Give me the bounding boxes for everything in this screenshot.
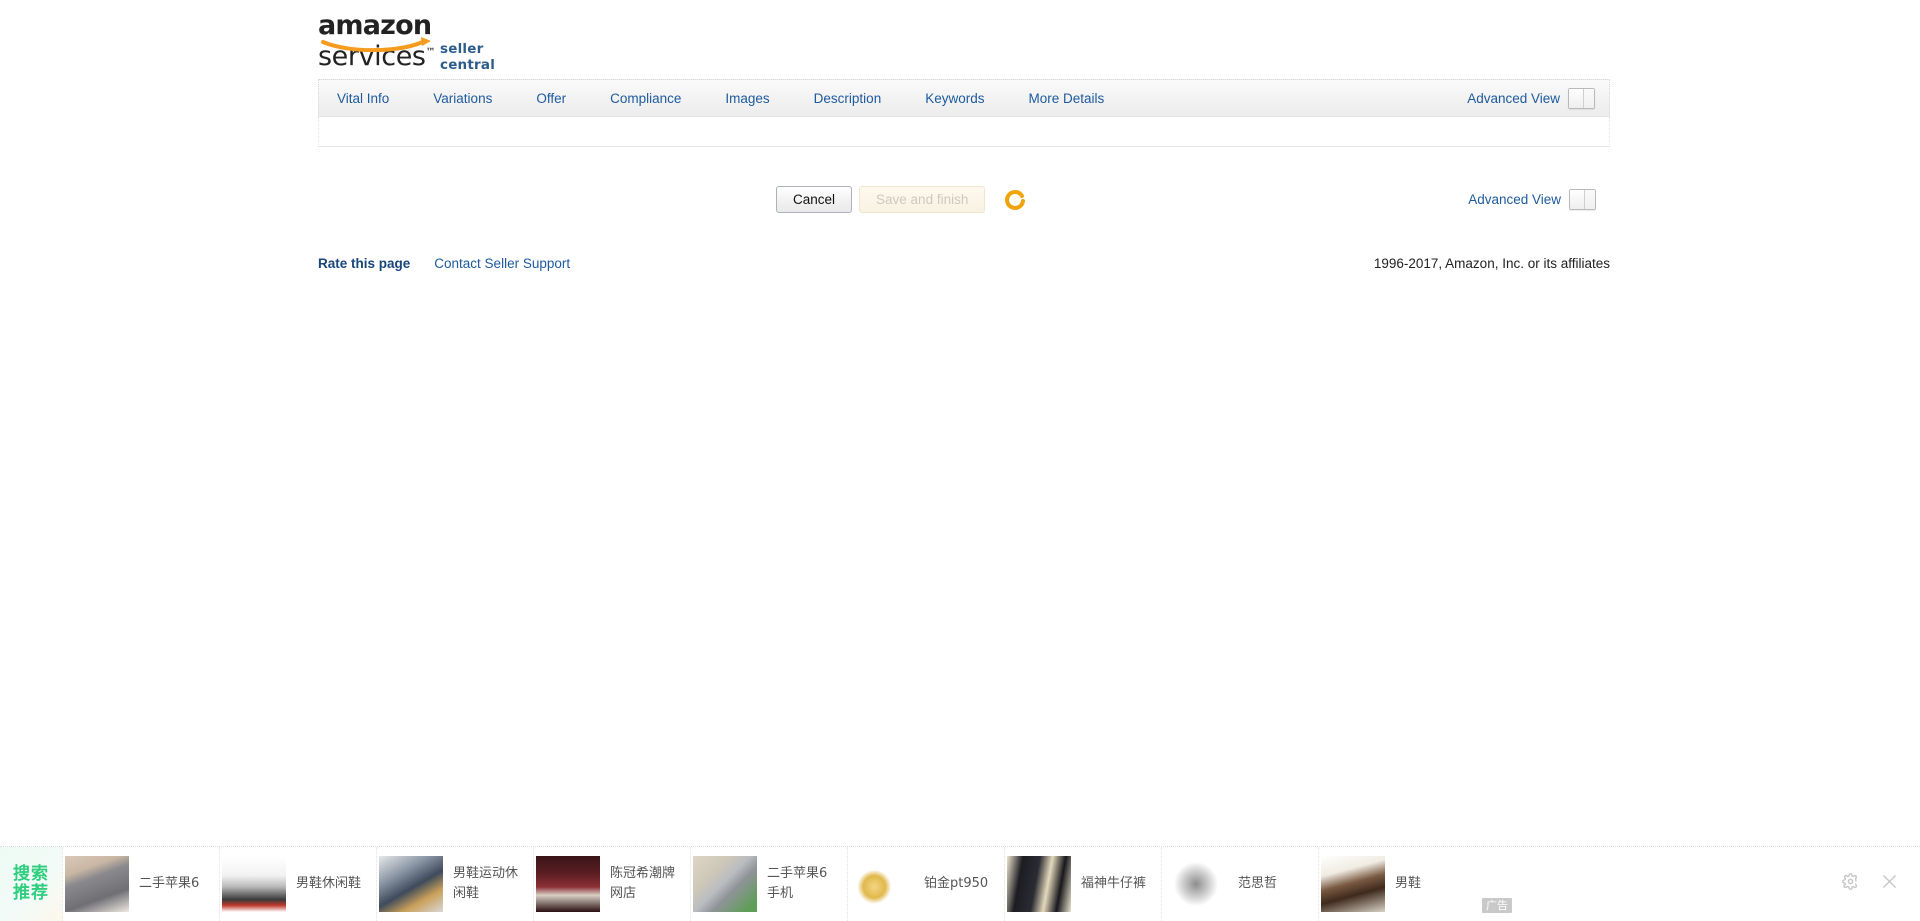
toggle-track bbox=[1585, 190, 1595, 209]
advanced-view-label-bottom[interactable]: Advanced View bbox=[1468, 192, 1561, 207]
brand-line-2: 推荐 bbox=[13, 883, 49, 903]
tab-images[interactable]: Images bbox=[703, 80, 791, 118]
ad-item[interactable]: 福神牛仔裤 bbox=[1004, 847, 1161, 921]
tab-description[interactable]: Description bbox=[792, 80, 904, 118]
ad-item-label: 范思哲 bbox=[1238, 876, 1278, 891]
adbar-tools bbox=[1820, 847, 1920, 921]
tab-keywords[interactable]: Keywords bbox=[903, 80, 1006, 118]
amazon-swoosh-icon bbox=[321, 36, 443, 52]
tab-more-details[interactable]: More Details bbox=[1006, 80, 1126, 118]
advanced-view-label[interactable]: Advanced View bbox=[1467, 91, 1560, 106]
tab-compliance[interactable]: Compliance bbox=[588, 80, 703, 118]
ad-thumbnail bbox=[65, 856, 129, 912]
tab-offer[interactable]: Offer bbox=[514, 80, 588, 118]
ad-item[interactable]: 男鞋休闲鞋 bbox=[219, 847, 376, 921]
ad-thumbnail bbox=[693, 856, 757, 912]
ad-item-label: 福神牛仔裤 bbox=[1081, 876, 1147, 891]
loading-spinner-icon bbox=[1004, 189, 1026, 211]
amazon-services-logo[interactable]: amazon services™ seller central bbox=[318, 12, 518, 73]
ad-thumbnail bbox=[222, 856, 286, 912]
contact-seller-support-link[interactable]: Contact Seller Support bbox=[434, 256, 570, 271]
ad-item-label: 男鞋休闲鞋 bbox=[296, 876, 362, 891]
ad-thumbnail bbox=[536, 856, 600, 912]
save-and-finish-button: Save and finish bbox=[859, 186, 986, 213]
ad-item-label: 男鞋运动休闲鞋 bbox=[453, 866, 519, 901]
close-icon[interactable] bbox=[1881, 873, 1898, 895]
ad-item-label: 男鞋 bbox=[1395, 876, 1422, 891]
toggle-knob bbox=[1569, 89, 1584, 108]
ad-item-label: 陈冠希潮牌网店 bbox=[610, 866, 676, 901]
toggle-knob bbox=[1570, 190, 1585, 209]
rate-this-page-link[interactable]: Rate this page bbox=[318, 256, 410, 271]
ad-item[interactable]: 铂金pt950 bbox=[847, 847, 1004, 921]
search-recommendation-brand[interactable]: 搜索 推荐 bbox=[0, 847, 62, 921]
ad-item[interactable]: 二手苹果6手机 bbox=[690, 847, 847, 921]
search-recommendation-adbar: 搜索 推荐 二手苹果6 男鞋休闲鞋 男鞋运动休闲鞋 陈冠希潮牌网店 二手苹果6手… bbox=[0, 846, 1920, 921]
settings-gear-icon[interactable] bbox=[1842, 873, 1859, 895]
ad-item-label: 二手苹果6手机 bbox=[767, 866, 828, 901]
ad-item[interactable]: 二手苹果6 bbox=[62, 847, 219, 921]
copyright-text: 1996-2017, Amazon, Inc. or its affiliate… bbox=[1373, 256, 1610, 271]
ad-thumbnail bbox=[1164, 856, 1228, 912]
page-footer: Rate this page Contact Seller Support 19… bbox=[318, 256, 1610, 278]
ad-item-label: 铂金pt950 bbox=[924, 876, 989, 891]
tab-list: Vital Info Variations Offer Compliance I… bbox=[337, 80, 1126, 118]
brand-line-1: 搜索 bbox=[13, 864, 49, 884]
ad-item[interactable]: 范思哲 bbox=[1161, 847, 1318, 921]
advanced-view-switch[interactable] bbox=[1568, 88, 1595, 109]
ad-thumbnail bbox=[379, 856, 443, 912]
ad-item-label: 二手苹果6 bbox=[139, 876, 200, 891]
cancel-button[interactable]: Cancel bbox=[776, 186, 853, 213]
form-buttons: Cancel Save and finish bbox=[776, 186, 1026, 213]
form-action-row: Cancel Save and finish Advanced View bbox=[318, 186, 1610, 220]
ad-item[interactable]: 男鞋运动休闲鞋 bbox=[376, 847, 533, 921]
ad-thumbnail bbox=[850, 856, 914, 912]
advanced-view-toggle-top[interactable]: Advanced View bbox=[1467, 88, 1595, 109]
advanced-view-switch-bottom[interactable] bbox=[1569, 189, 1596, 210]
toggle-track bbox=[1584, 89, 1594, 108]
ad-thumbnail bbox=[1007, 856, 1071, 912]
product-form-tabbar: Vital Info Variations Offer Compliance I… bbox=[318, 79, 1610, 117]
tab-variations[interactable]: Variations bbox=[411, 80, 514, 118]
form-content-panel bbox=[318, 117, 1610, 147]
ad-thumbnail bbox=[1321, 856, 1385, 912]
tab-vital-info[interactable]: Vital Info bbox=[337, 80, 411, 118]
ad-item[interactable]: 男鞋 bbox=[1318, 847, 1475, 921]
seller-central-page: amazon services™ seller central Vital In… bbox=[0, 0, 1920, 921]
ad-item[interactable]: 陈冠希潮牌网店 bbox=[533, 847, 690, 921]
logo-seller-central-text: seller central bbox=[440, 41, 496, 73]
advertisement-badge: 广告 bbox=[1482, 898, 1512, 913]
advanced-view-toggle-bottom[interactable]: Advanced View bbox=[1468, 189, 1596, 210]
footer-links: Rate this page Contact Seller Support bbox=[318, 256, 570, 271]
